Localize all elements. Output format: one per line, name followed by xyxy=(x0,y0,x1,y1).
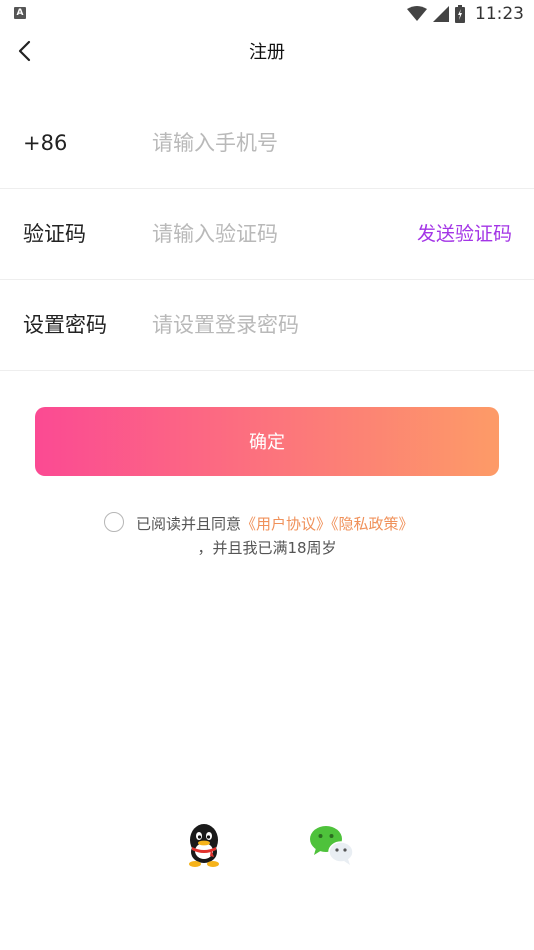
agreement: 已阅读并且同意《用户协议》《隐私政策》 ，并且我已满18周岁 xyxy=(0,510,534,560)
phone-input[interactable] xyxy=(152,125,392,161)
wechat-login-button[interactable] xyxy=(308,822,354,868)
code-row: 验证码 发送验证码 xyxy=(0,189,534,280)
notification-icon: A xyxy=(14,7,26,19)
status-icons: 11:23 xyxy=(407,3,524,25)
agreement-checkbox[interactable] xyxy=(104,512,124,532)
signal-icon xyxy=(433,6,449,22)
password-input[interactable] xyxy=(152,307,392,343)
agreement-text: 已阅读并且同意《用户协议》《隐私政策》 xyxy=(136,513,414,534)
user-agreement-link[interactable]: 《用户协议》 xyxy=(241,515,331,533)
wechat-icon xyxy=(310,826,354,865)
code-input[interactable] xyxy=(152,216,382,252)
qq-login-button[interactable] xyxy=(181,822,227,868)
country-code[interactable]: +86 xyxy=(23,98,67,188)
agreement-prefix: 已阅读并且同意 xyxy=(136,515,242,533)
send-code-button[interactable]: 发送验证码 xyxy=(417,189,512,279)
privacy-policy-link[interactable]: 《隐私政策》 xyxy=(331,515,414,533)
confirm-button[interactable]: 确定 xyxy=(35,407,499,476)
nav-bar: 注册 xyxy=(0,28,534,74)
status-bar: A 11:23 xyxy=(0,0,534,28)
age-confirmation-text: ，并且我已满18周岁 xyxy=(197,539,337,557)
phone-row: +86 xyxy=(0,98,534,189)
battery-icon xyxy=(455,5,465,23)
code-label: 验证码 xyxy=(23,222,86,246)
qq-icon xyxy=(189,824,219,867)
password-label: 设置密码 xyxy=(23,313,107,337)
clock: 11:23 xyxy=(475,4,524,24)
password-row: 设置密码 xyxy=(0,280,534,371)
page-title: 注册 xyxy=(249,42,285,63)
wifi-icon xyxy=(407,6,427,21)
